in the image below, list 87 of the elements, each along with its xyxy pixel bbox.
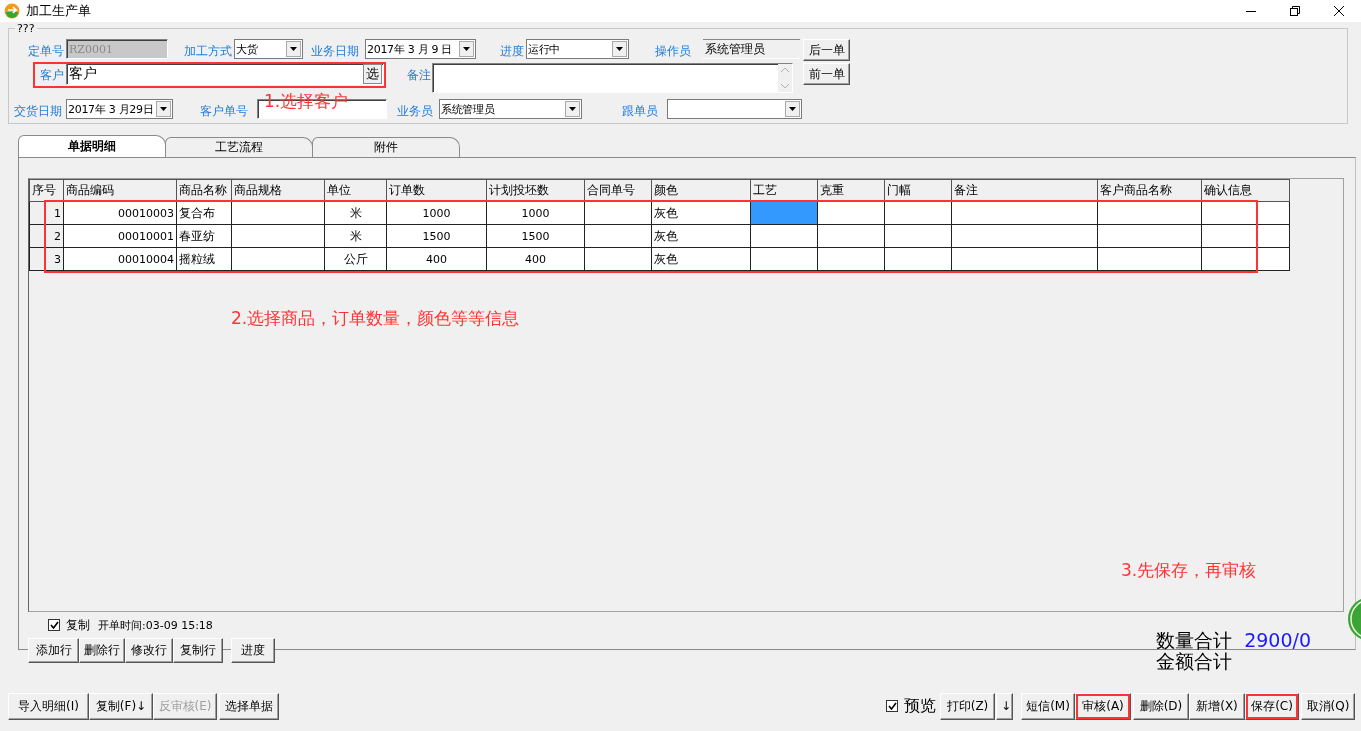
row-action-button[interactable]: 删除行 bbox=[79, 638, 125, 663]
field-label: 加工方式 bbox=[183, 43, 232, 60]
select-button[interactable]: 选 bbox=[363, 64, 382, 84]
table-cell[interactable] bbox=[951, 201, 1098, 225]
table-cell[interactable]: 00010004 bbox=[63, 247, 177, 271]
dropdown-arrow-icon[interactable] bbox=[569, 107, 576, 111]
field-label: 进度 bbox=[499, 43, 524, 60]
field-label: 交货日期 bbox=[13, 103, 62, 120]
close-icon[interactable] bbox=[1334, 6, 1344, 16]
total-label: 金额合计 bbox=[1156, 651, 1233, 672]
toolbar-button[interactable]: 复制(F)↓ bbox=[89, 692, 153, 720]
total-value: 2900/0 bbox=[1244, 630, 1311, 651]
row-action-button[interactable]: 修改行 bbox=[125, 638, 173, 663]
toolbar-button[interactable]: 导入明细(I) bbox=[8, 692, 89, 720]
column-header[interactable]: 备注 bbox=[951, 179, 1098, 202]
field-label: 客户 bbox=[39, 67, 64, 84]
floating-ball-icon[interactable] bbox=[1348, 597, 1361, 641]
restore-icon[interactable] bbox=[1290, 6, 1300, 16]
checkbox[interactable] bbox=[886, 700, 898, 712]
dropdown-field[interactable]: 2017年 3 月29日 bbox=[66, 99, 173, 119]
field-label: 定单号 bbox=[28, 43, 63, 60]
dropdown-field[interactable]: 系统管理员 bbox=[439, 99, 582, 119]
toolbar-button[interactable]: 短信(M) bbox=[1021, 692, 1075, 720]
dropdown-field[interactable] bbox=[667, 99, 802, 119]
table-cell[interactable]: 00010001 bbox=[63, 224, 177, 248]
toolbar-button[interactable]: 删除(D) bbox=[1133, 692, 1189, 720]
table-cell[interactable] bbox=[951, 224, 1098, 248]
check-icon bbox=[887, 702, 897, 710]
checkbox-label: 预览 bbox=[904, 695, 936, 717]
window-title: 加工生产单 bbox=[26, 2, 91, 20]
dropdown-arrow-icon[interactable] bbox=[160, 107, 167, 111]
column-header[interactable]: 颜色 bbox=[651, 179, 751, 202]
scrollbar-icon bbox=[778, 64, 792, 92]
toolbar-button[interactable]: 选择单据 bbox=[219, 692, 279, 720]
column-header[interactable]: 合同单号 bbox=[584, 179, 652, 202]
toolbar-button[interactable]: 取消(Q) bbox=[1301, 692, 1355, 720]
tab[interactable]: 附件 bbox=[312, 137, 460, 157]
table-cell[interactable]: 00010003 bbox=[63, 201, 177, 225]
table-cell[interactable] bbox=[951, 247, 1098, 271]
column-header[interactable]: 单位 bbox=[324, 179, 387, 202]
readonly-field: 系统管理员 bbox=[703, 39, 800, 59]
dropdown-field[interactable]: 大货 bbox=[234, 39, 303, 59]
nav-button[interactable]: 后一单 bbox=[803, 39, 850, 61]
field-label: 操作员 bbox=[655, 43, 691, 60]
column-header[interactable]: 门幅 bbox=[884, 179, 952, 202]
toolbar-button[interactable]: 打印(Z) bbox=[940, 692, 995, 720]
nav-button[interactable]: 前一单 bbox=[803, 63, 850, 85]
checkbox[interactable] bbox=[48, 619, 60, 631]
column-header[interactable]: 工艺 bbox=[750, 179, 818, 202]
customer-field[interactable]: 客户 选 bbox=[66, 63, 384, 85]
column-header[interactable]: 商品编码 bbox=[63, 179, 177, 202]
memo-field[interactable] bbox=[432, 63, 793, 93]
toolbar-button[interactable]: 保存(C) bbox=[1245, 692, 1299, 720]
app-logo-icon bbox=[4, 3, 20, 19]
column-header[interactable]: 商品规格 bbox=[231, 179, 325, 202]
field-label: 备注 bbox=[406, 67, 431, 84]
tab[interactable]: 单据明细 bbox=[18, 135, 166, 157]
dropdown-arrow-icon[interactable] bbox=[290, 47, 297, 51]
field-label: 客户单号 bbox=[199, 103, 248, 120]
open-time-text: 开单时间:03-09 15:18 bbox=[98, 617, 213, 633]
toolbar-button[interactable]: 新增(X) bbox=[1189, 692, 1245, 720]
dropdown-field[interactable]: 运行中 bbox=[526, 39, 629, 59]
toolbar-button[interactable]: ↓ bbox=[996, 692, 1013, 720]
row-action-button[interactable]: 复制行 bbox=[173, 638, 223, 663]
toolbar-button[interactable]: 审核(A) bbox=[1075, 692, 1131, 720]
group-title: ??? bbox=[15, 22, 37, 35]
column-header[interactable]: 计划投坯数 bbox=[486, 179, 585, 202]
column-header[interactable]: 商品名称 bbox=[176, 179, 232, 202]
column-header[interactable]: 客户商品名称 bbox=[1097, 179, 1202, 202]
dropdown-arrow-icon[interactable] bbox=[789, 107, 796, 111]
total-label: 数量合计 bbox=[1156, 630, 1233, 651]
annotation-text: 3.先保存，再审核 bbox=[1121, 559, 1257, 582]
dropdown-field[interactable]: 2017年 3 月 9 日 bbox=[365, 39, 476, 59]
annotation-text: 2.选择商品，订单数量，颜色等等信息 bbox=[231, 307, 520, 330]
dropdown-arrow-icon[interactable] bbox=[463, 47, 470, 51]
check-icon bbox=[49, 621, 59, 629]
column-header[interactable]: 序号 bbox=[29, 179, 64, 202]
column-header[interactable]: 克重 bbox=[817, 179, 885, 202]
field-label: 业务日期 bbox=[311, 43, 359, 60]
column-header[interactable]: 订单数 bbox=[386, 179, 487, 202]
row-action-button[interactable]: 添加行 bbox=[28, 638, 79, 663]
dropdown-arrow-icon[interactable] bbox=[616, 47, 623, 51]
checkbox-label: 复制 bbox=[66, 616, 90, 634]
field-label: 跟单员 bbox=[622, 103, 658, 120]
row-action-button[interactable]: 进度 bbox=[231, 638, 275, 663]
column-header[interactable]: 确认信息 bbox=[1201, 179, 1290, 202]
field-label: 业务员 bbox=[397, 103, 433, 120]
